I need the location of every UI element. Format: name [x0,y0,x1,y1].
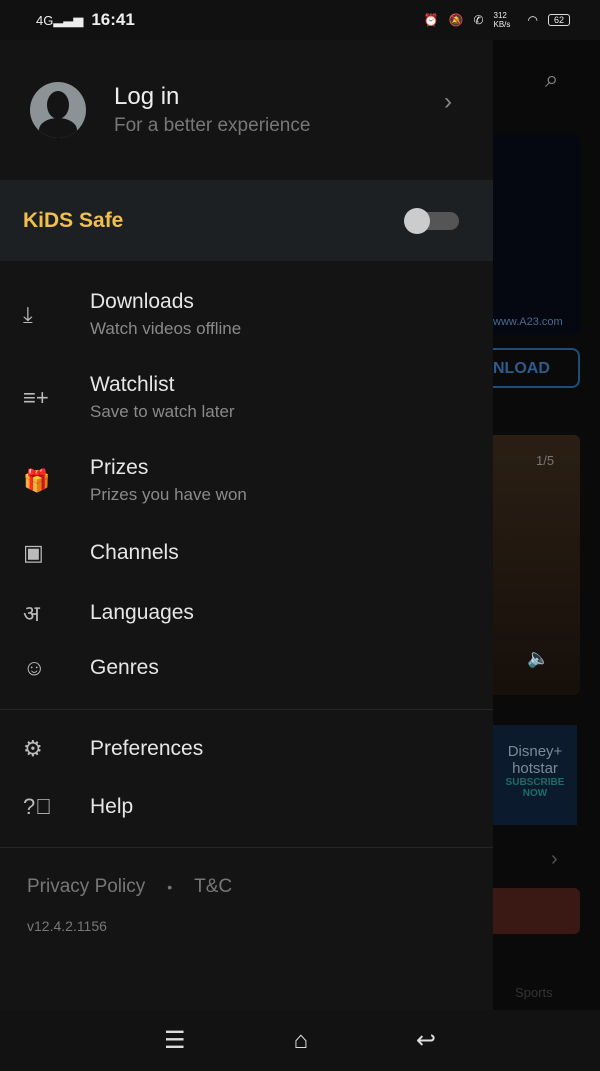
bell-off-icon: 🔕 [448,13,464,27]
menu-item-downloads[interactable]: ⤓ Downloads Watch videos offline [0,290,493,339]
home-icon[interactable]: ⌂ [293,1027,308,1055]
menu-label: Help [90,795,134,818]
carousel-pager: 1/5 [536,453,555,468]
menu-item-prizes[interactable]: 🎁 Prizes Prizes you have won [0,456,493,505]
speed: 312 KB/s [493,11,511,29]
ad-banner [493,135,580,335]
menu-label: Genres [90,656,159,679]
kids-safe-label: KiDS Safe [23,208,124,232]
volume-icon[interactable]: 🔈 [527,648,549,669]
languages-icon: अ [23,601,40,626]
menu-label: Downloads [90,290,194,313]
tab-sports: Sports [515,985,553,1000]
alarm-icon: ⏰ [423,13,439,27]
menu-item-help[interactable]: ?⃝ Help [0,794,493,820]
system-nav-bar: ☰ ⌂ ↩ [0,1010,600,1071]
hotstar-ad: Disney+ hotstar SUBSCRIBE NOW [493,725,577,825]
help-icon: ?⃝ [23,794,52,819]
menu-label: Languages [90,601,194,624]
channels-icon: ▣ [23,540,44,565]
thumbnail [493,888,580,934]
menu-item-preferences[interactable]: ⚙ Preferences [0,736,493,762]
menu-sublabel: Watch videos offline [90,319,242,338]
avatar [30,82,86,138]
app-version: v12.4.2.1156 [27,918,107,934]
ad-brand: Disney+ hotstar [507,743,563,777]
wifi-icon: ◠ [527,13,538,27]
call-icon: ✆ [473,13,484,27]
menu-item-languages[interactable]: अ Languages [0,598,493,628]
menu-sublabel: Prizes you have won [90,485,247,504]
kids-safe-toggle[interactable] [404,208,459,234]
chevron-right-icon: › [444,88,452,115]
ad-url: www.A23.com [493,316,563,328]
menu-item-watchlist[interactable]: ≡+ Watchlist Save to watch later [0,373,493,422]
genres-masks-icon: ☺ [23,655,46,680]
ad-cta: SUBSCRIBE NOW [505,777,565,799]
chevron-right-icon: › [551,848,558,870]
login-row[interactable]: Log in For a better experience › [0,40,493,180]
kids-safe-row: KiDS Safe [0,180,493,261]
menu-label: Preferences [90,737,204,760]
divider [0,709,493,710]
menu-item-genres[interactable]: ☺ Genres [0,655,493,681]
gear-icon: ⚙ [23,736,43,761]
download-button[interactable]: NLOAD [489,348,580,388]
menu-icon[interactable]: ☰ [164,1026,186,1055]
menu-sublabel: Save to watch later [90,402,235,421]
download-icon: ⤓ [23,301,33,327]
navigation-drawer: Log in For a better experience › KiDS Sa… [0,40,493,1010]
back-icon[interactable]: ↩ [416,1026,436,1055]
login-subtitle: For a better experience [114,115,311,136]
menu-item-channels[interactable]: ▣ Channels [0,540,493,566]
battery-icon: 62 [547,14,570,26]
watchlist-add-icon: ≡+ [23,384,49,410]
menu-label: Channels [90,541,179,564]
network-indicator: 4G [36,12,54,28]
search-icon[interactable]: ⌕ [545,66,558,94]
background-screen: ⌕ www.A23.com NLOAD 1/5 🔈 Disney+ hotsta… [489,40,600,1010]
privacy-policy-link[interactable]: Privacy Policy [27,876,145,898]
gift-icon: 🎁 [23,467,51,493]
terms-link[interactable]: T&C [194,876,232,898]
menu-label: Prizes [90,456,149,479]
login-title: Log in [114,83,180,110]
divider [0,847,493,848]
clock: 16:41 [91,10,135,29]
status-bar: 4G ▂▃▅ 16:41 ⏰ 🔕 ✆ 312 KB/s ◠ 62 [0,0,600,40]
menu-label: Watchlist [90,373,175,396]
separator-dot: • [167,879,173,895]
